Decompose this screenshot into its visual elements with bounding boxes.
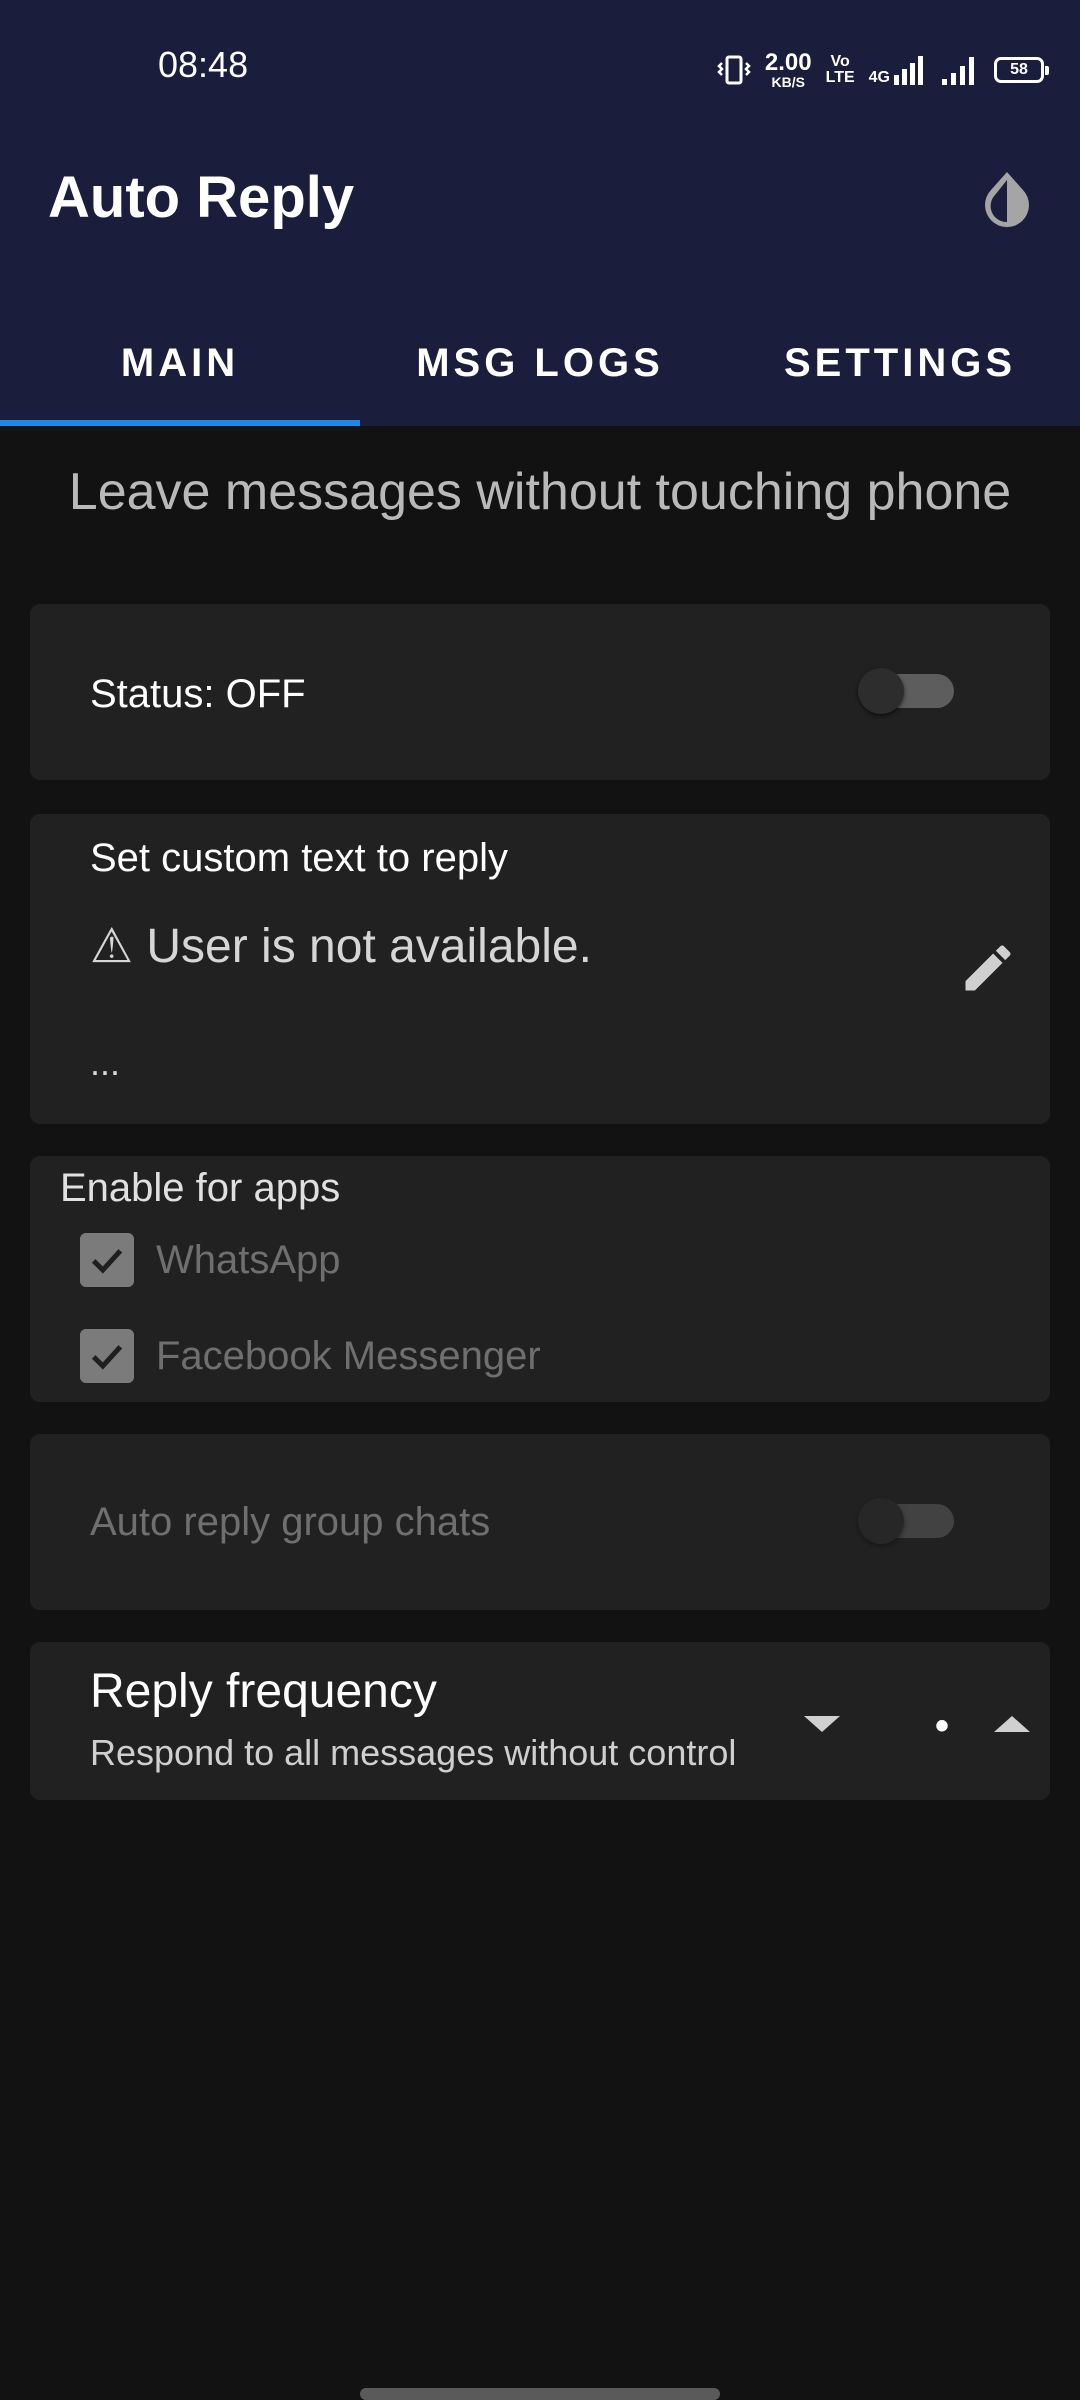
reply-frequency-value: • [934, 1704, 949, 1748]
app-row-whatsapp[interactable]: WhatsApp [80, 1232, 341, 1288]
app-title: Auto Reply [48, 165, 355, 230]
network-speed-unit: KB/S [771, 74, 805, 90]
custom-reply-card[interactable]: Set custom text to reply ⚠ User is not a… [30, 814, 1050, 1124]
tab-main[interactable]: MAIN [0, 300, 360, 426]
status-label: Status: OFF [90, 672, 306, 716]
tab-bar: MAIN MSG LOGS SETTINGS [0, 300, 1080, 426]
enable-apps-card: Enable for apps WhatsApp Facebook Messen… [30, 1156, 1050, 1402]
reply-frequency-card: Reply frequency Respond to all messages … [30, 1642, 1050, 1800]
group-chats-label: Auto reply group chats [90, 1500, 491, 1544]
volte-indicator: Vo LTE [826, 54, 855, 86]
decrease-arrow-icon[interactable] [802, 1712, 842, 1736]
increase-arrow-icon[interactable] [992, 1712, 1032, 1736]
volte-top: Vo [830, 53, 850, 70]
app-row-facebook-messenger[interactable]: Facebook Messenger [80, 1328, 541, 1384]
status-toggle-thumb [858, 668, 904, 714]
volte-bottom: LTE [825, 69, 855, 86]
network-speed-value: 2.00 [764, 49, 812, 76]
group-chats-toggle[interactable] [858, 1498, 954, 1544]
tagline: Leave messages without touching phone [68, 463, 1012, 521]
status-icons: 2.00 KB/S Vo LTE 4G 58 [717, 49, 1049, 90]
status-time: 08:48 [158, 44, 249, 85]
signal-icon-2 [942, 57, 974, 85]
app-header: 08:48 2.00 KB/S Vo LTE 4G 58 Auto Reply … [0, 0, 1080, 426]
whatsapp-checkbox[interactable] [80, 1233, 134, 1287]
whatsapp-label: WhatsApp [156, 1237, 341, 1282]
reply-frequency-subtitle: Respond to all messages without control [90, 1732, 737, 1773]
status-toggle[interactable] [858, 668, 954, 714]
battery-icon: 58 [994, 57, 1049, 83]
tab-msg-logs[interactable]: MSG LOGS [360, 300, 720, 426]
tab-settings[interactable]: SETTINGS [720, 300, 1080, 426]
reply-frequency-title: Reply frequency [90, 1665, 437, 1718]
custom-reply-more: ... [90, 1042, 121, 1083]
battery-level: 58 [1010, 61, 1028, 78]
status-bar: 08:48 2.00 KB/S Vo LTE 4G 58 [0, 0, 1080, 136]
custom-reply-text: ⚠ User is not available. [90, 920, 592, 973]
enable-apps-title: Enable for apps [60, 1166, 341, 1210]
facebook-messenger-label: Facebook Messenger [156, 1333, 541, 1378]
custom-reply-title: Set custom text to reply [90, 836, 508, 880]
group-chats-toggle-thumb [858, 1498, 904, 1544]
vibrate-icon [717, 55, 751, 85]
check-icon [91, 1249, 123, 1274]
facebook-messenger-checkbox[interactable] [80, 1329, 134, 1383]
check-icon [91, 1345, 123, 1370]
home-indicator[interactable] [360, 2388, 720, 2400]
network-speed: 2.00 KB/S [764, 49, 812, 90]
invert-colors-icon[interactable] [980, 168, 1034, 230]
pencil-icon[interactable] [958, 938, 1018, 998]
signal-4g-group: 4G [869, 53, 926, 87]
network-type: 4G [868, 69, 890, 86]
signal-icon [894, 56, 923, 85]
